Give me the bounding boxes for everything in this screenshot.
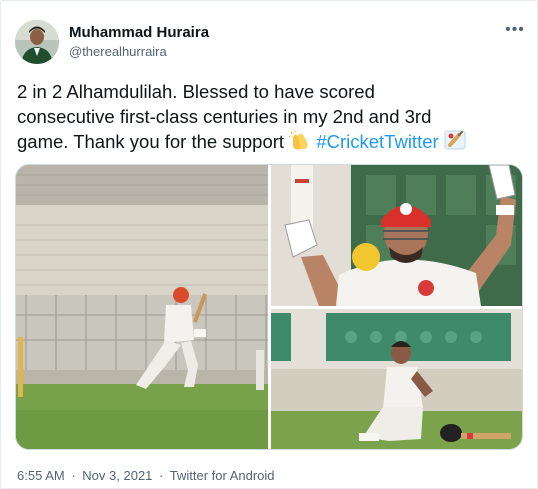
tweet-date[interactable]: Nov 3, 2021 xyxy=(82,468,152,483)
author-name[interactable]: Muhammad Huraira xyxy=(69,24,209,41)
tweet-source: Twitter for Android xyxy=(169,468,275,483)
photo-batting[interactable] xyxy=(16,165,268,449)
tweet-card: Muhammad Huraira @therealhurraira ••• 2 … xyxy=(0,0,538,489)
tweet-time[interactable]: 6:55 AM xyxy=(17,468,65,483)
tweet-meta: 6:55 AM · Nov 3, 2021 · Twitter for Andr… xyxy=(17,468,278,483)
tweet-text: 2 in 2 Alhamdulilah. Blessed to have sco… xyxy=(17,79,527,157)
photo-celebration[interactable] xyxy=(271,165,522,306)
more-options-icon[interactable]: ••• xyxy=(503,21,527,41)
photo-kneeling[interactable] xyxy=(271,309,522,449)
tweet-line-1: 2 in 2 Alhamdulilah. Blessed to have sco… xyxy=(17,81,375,102)
meta-separator: · xyxy=(159,468,164,483)
tweet-line-3: game. Thank you for the support #Cricket… xyxy=(17,129,527,157)
cricket-emoji xyxy=(444,129,466,157)
meta-separator: · xyxy=(71,468,76,483)
author-handle[interactable]: @therealhurraira xyxy=(69,44,167,59)
tweet-line-3-text: game. Thank you for the support xyxy=(17,131,285,152)
clapping-hands-emoji xyxy=(288,131,311,157)
hashtag-link[interactable]: #CricketTwitter xyxy=(316,131,438,152)
avatar[interactable] xyxy=(15,20,59,64)
media-grid[interactable] xyxy=(15,164,523,450)
tweet-line-2: consecutive first-class centuries in my … xyxy=(17,106,432,127)
